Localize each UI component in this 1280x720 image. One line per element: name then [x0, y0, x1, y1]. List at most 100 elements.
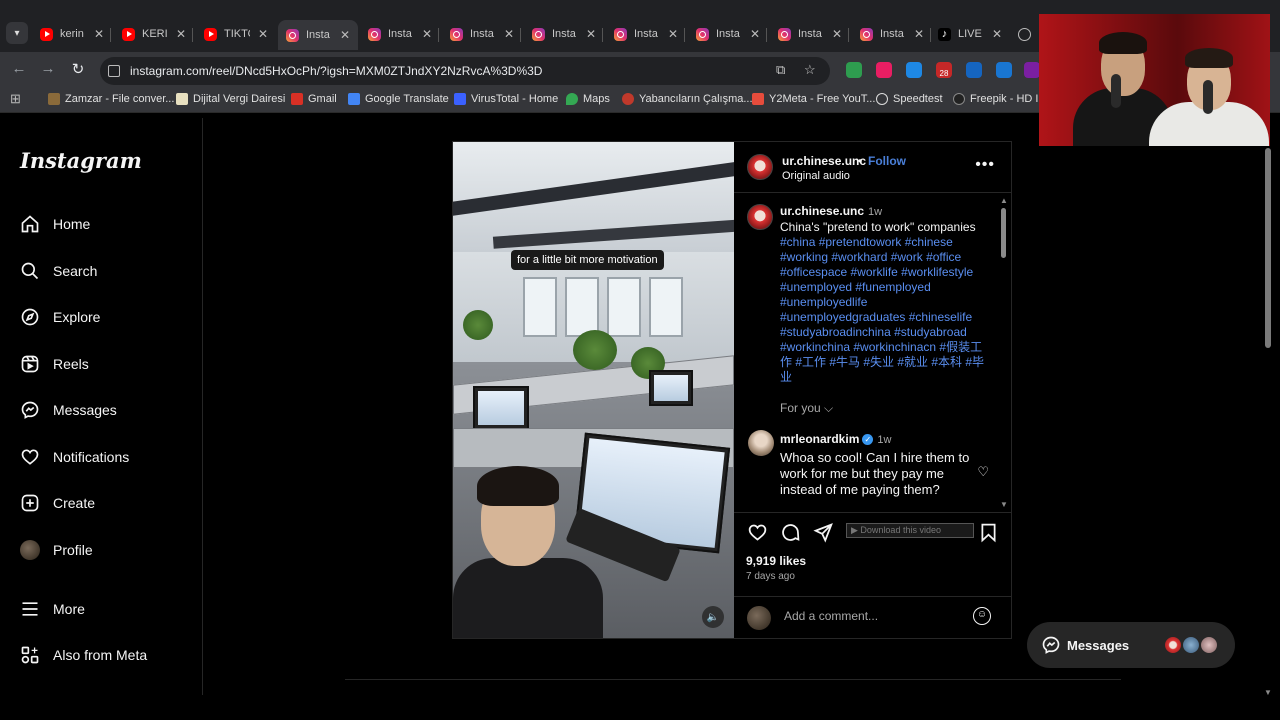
sidebar-item-also-from-meta[interactable]: Also from Meta: [20, 645, 147, 665]
close-tab-icon[interactable]: ✕: [832, 27, 842, 41]
bookmark-item[interactable]: Google Translate: [348, 93, 449, 105]
browser-tab[interactable]: Insta ✕: [450, 22, 514, 46]
back-button[interactable]: ←: [9, 60, 29, 77]
caption-username[interactable]: ur.chinese.unc: [780, 204, 864, 218]
close-tab-icon[interactable]: ✕: [340, 28, 350, 42]
add-comment-input[interactable]: Add a comment...: [784, 609, 878, 623]
bookmark-item[interactable]: Speedtest: [876, 93, 943, 105]
emoji-icon[interactable]: ☺: [973, 607, 991, 625]
comments-list[interactable]: ur.chinese.unc 1w China's "pretend to wor…: [734, 194, 1011, 507]
sidebar-item-search[interactable]: Search: [20, 261, 97, 281]
close-tab-icon[interactable]: ✕: [586, 27, 596, 41]
reload-button[interactable]: ↻: [68, 60, 88, 78]
author-avatar[interactable]: [747, 154, 773, 180]
browser-tab[interactable]: [1018, 22, 1038, 46]
youtube-icon: [204, 27, 217, 41]
share-send-icon[interactable]: [812, 521, 834, 543]
audio-link[interactable]: Original audio: [782, 170, 850, 182]
gmail-icon: [291, 93, 303, 105]
browser-tab[interactable]: Insta ✕: [778, 22, 842, 46]
site-info-icon[interactable]: [108, 65, 120, 77]
badge-extension-icon[interactable]: 28: [936, 62, 952, 78]
browser-tab[interactable]: TIKTO✕: [204, 22, 268, 46]
bookmark-star-icon[interactable]: ☆: [804, 62, 816, 78]
close-tab-icon[interactable]: ✕: [992, 27, 1002, 41]
commenter-avatar[interactable]: [748, 430, 774, 456]
vk-extension-icon[interactable]: [996, 62, 1012, 78]
bookmark-item[interactable]: VirusTotal - Home: [454, 93, 558, 105]
close-tab-icon[interactable]: ✕: [258, 27, 268, 41]
apps-grid-icon[interactable]: ⊞: [10, 91, 21, 107]
commenter-username[interactable]: mrleonardkim: [780, 432, 859, 446]
window-extension-icon[interactable]: [906, 62, 922, 78]
caption-author-avatar[interactable]: [747, 204, 773, 230]
reel-video[interactable]: for a little bit more motivation 🔈: [453, 142, 734, 638]
speedtest-icon: [876, 93, 888, 105]
browser-tab-active[interactable]: Insta ✕: [278, 20, 359, 50]
likes-count[interactable]: 9,919 likes: [746, 554, 806, 568]
comments-scrollbar[interactable]: ▲ ▼: [1000, 196, 1008, 507]
like-comment-icon[interactable]: ♡: [977, 464, 989, 480]
like-heart-icon[interactable]: [746, 521, 768, 543]
browser-tab[interactable]: Insta ✕: [696, 22, 760, 46]
close-tab-icon[interactable]: ✕: [176, 27, 186, 41]
close-tab-icon[interactable]: ✕: [750, 27, 760, 41]
messages-pill[interactable]: Messages: [1027, 622, 1235, 668]
save-bookmark-icon[interactable]: [977, 521, 999, 543]
instagram-logo[interactable]: Instagram: [20, 148, 142, 173]
bookmark-item[interactable]: Maps: [566, 93, 610, 105]
bookmark-item[interactable]: Freepik - HD Im: [953, 93, 1048, 105]
close-tab-icon[interactable]: ✕: [914, 27, 924, 41]
install-app-icon[interactable]: ⧉: [776, 62, 785, 78]
screen-extension-icon[interactable]: [966, 62, 982, 78]
sidebar-item-explore[interactable]: Explore: [20, 307, 100, 327]
comment-time: 1w: [877, 434, 892, 446]
sidebar-item-notifications[interactable]: Notifications: [20, 447, 129, 467]
download-video-button[interactable]: ▶ Download this video: [846, 523, 974, 538]
more-options-icon[interactable]: •••: [975, 156, 995, 174]
browser-tab[interactable]: Insta ✕: [368, 22, 432, 46]
close-tab-icon[interactable]: ✕: [94, 27, 104, 41]
reel-post-dialog: for a little bit more motivation 🔈 ur.ch…: [452, 141, 1012, 639]
bookmark-item[interactable]: Dijital Vergi Dairesi: [176, 93, 285, 105]
youtube-icon: [122, 27, 135, 41]
sidebar-item-reels[interactable]: Reels: [20, 354, 89, 374]
browser-tab[interactable]: Insta ✕: [860, 22, 924, 46]
bookmark-item[interactable]: Gmail: [291, 93, 337, 105]
bookmark-item[interactable]: Y2Meta - Free YouT...: [752, 93, 875, 105]
current-user-avatar: [747, 606, 771, 630]
author-username[interactable]: ur.chinese.unc: [782, 154, 866, 168]
mic-extension-icon[interactable]: [876, 62, 892, 78]
page-scrollbar[interactable]: ▼: [1263, 118, 1272, 697]
puzzle-extension-icon[interactable]: [1024, 62, 1040, 78]
comment-bubble-icon[interactable]: [779, 521, 801, 543]
bookmark-item[interactable]: Zamzar - File conver...: [48, 93, 174, 105]
sidebar-item-messages[interactable]: Messages: [20, 400, 117, 420]
plus-square-icon: [20, 493, 40, 513]
sidebar-item-more[interactable]: More: [20, 599, 85, 619]
forward-button[interactable]: →: [38, 60, 58, 77]
url-text[interactable]: instagram.com/reel/DNcd5HxOcPh/?igsh=MXM…: [130, 64, 542, 78]
caption-hashtags[interactable]: #china #pretendtowork #chinese #working …: [780, 235, 984, 384]
bookmark-item[interactable]: Yabancıların Çalışma...: [622, 93, 753, 105]
shield-extension-icon[interactable]: [846, 62, 862, 78]
browser-tab[interactable]: kerin ✕: [40, 22, 104, 46]
close-tab-icon[interactable]: ✕: [668, 27, 678, 41]
close-tab-icon[interactable]: ✕: [504, 27, 514, 41]
browser-tab[interactable]: KERII ✕: [122, 22, 186, 46]
mute-toggle-icon[interactable]: 🔈: [702, 606, 724, 628]
instagram-icon: [696, 27, 709, 41]
browser-tab[interactable]: ♪ LIVE ✕: [938, 22, 1002, 46]
for-you-dropdown[interactable]: For you ⌵: [780, 401, 833, 416]
browser-tab[interactable]: Insta ✕: [614, 22, 678, 46]
tab-search-dropdown[interactable]: ▾: [6, 22, 28, 44]
avatar: [1181, 635, 1201, 655]
address-bar[interactable]: instagram.com/reel/DNcd5HxOcPh/?igsh=MXM…: [100, 57, 830, 85]
follow-button[interactable]: Follow: [868, 154, 906, 168]
close-tab-icon[interactable]: ✕: [422, 27, 432, 41]
browser-tab[interactable]: Insta ✕: [532, 22, 596, 46]
sidebar-item-create[interactable]: Create: [20, 493, 95, 513]
instagram-icon: [778, 27, 791, 41]
sidebar-item-profile[interactable]: Profile: [20, 540, 93, 560]
sidebar-item-home[interactable]: Home: [20, 214, 90, 234]
